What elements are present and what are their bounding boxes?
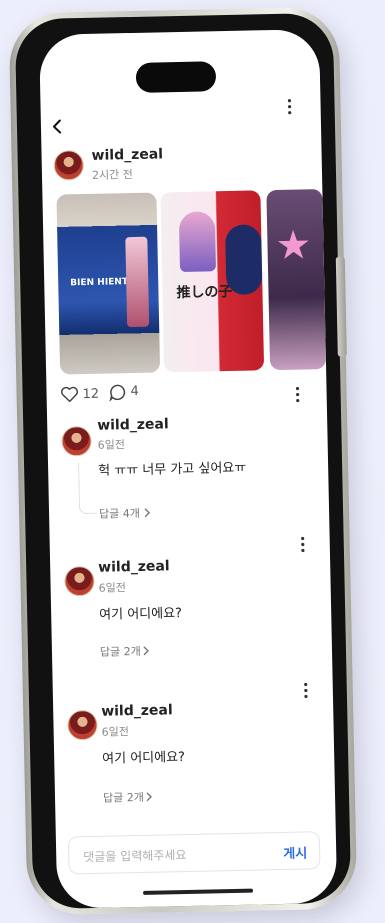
post-time: 2시간 전 [91,167,133,182]
standee [125,236,150,328]
comment-avatar[interactable] [67,709,98,741]
comment-text: 여기 어디에요? [99,606,183,623]
comment-text: 헉 ㅠㅠ 너무 가고 싶어요ㅠ [98,460,247,479]
view-replies-link[interactable]: 답글 2개 [100,643,141,660]
comment-avatar[interactable] [61,425,92,457]
poster-figure [178,211,217,273]
comment-text: 여기 어디에요? [102,750,186,767]
circle-sign [225,224,263,296]
post-username[interactable]: wild_zeal [91,146,163,163]
more-vertical-icon[interactable] [286,98,292,116]
avatar[interactable] [53,150,85,181]
dynamic-island [135,61,217,93]
home-indicator [142,888,254,895]
reply-thread-line [78,461,98,515]
chevron-right-icon[interactable] [143,504,151,523]
comment-time: 6일전 [98,581,127,595]
exhibition-photo-1[interactable]: BIEN HIENTO [56,192,161,375]
comment-username[interactable]: wild_zeal [97,416,169,433]
view-replies-link[interactable]: 답글 2개 [103,789,144,806]
heart-icon[interactable] [60,386,79,406]
comment-more-icon[interactable] [300,535,306,557]
comment-time: 6일전 [101,725,130,739]
side-button [335,256,347,357]
app-screen: wild_zeal 2시간 전 BIEN HIENTO 推しの子 ★ 12 4 [39,29,338,909]
exhibition-photo-4[interactable]: ★ [266,189,327,371]
like-count: 12 [82,386,100,403]
comment-username[interactable]: wild_zeal [98,558,170,575]
comment-input[interactable]: 댓글을 입력해주세요 게시 [67,831,321,875]
comment-count: 4 [130,383,139,400]
chevron-right-icon[interactable] [145,788,153,807]
comment-icon[interactable] [108,383,126,405]
chevron-right-icon[interactable] [142,642,150,661]
comment-time: 6일전 [97,438,126,452]
post-comment-button[interactable]: 게시 [283,842,307,861]
comment-avatar[interactable] [64,565,95,597]
comment-more-icon[interactable] [303,681,309,703]
photo-caption: 推しの子 [176,283,233,302]
photo-carousel[interactable]: BIEN HIENTO 推しの子 ★ [56,189,327,375]
chevron-left-icon[interactable] [51,118,65,134]
comment-username[interactable]: wild_zeal [101,702,173,719]
post-more-icon[interactable] [294,386,300,408]
phone-frame: wild_zeal 2시간 전 BIEN HIENTO 推しの子 ★ 12 4 [8,6,358,916]
view-replies-link[interactable]: 답글 4개 [99,505,140,522]
exhibition-photo-2[interactable]: 推しの子 [160,190,265,373]
star-sculpture: ★ [275,222,312,270]
comment-input-placeholder[interactable]: 댓글을 입력해주세요 [83,846,187,865]
